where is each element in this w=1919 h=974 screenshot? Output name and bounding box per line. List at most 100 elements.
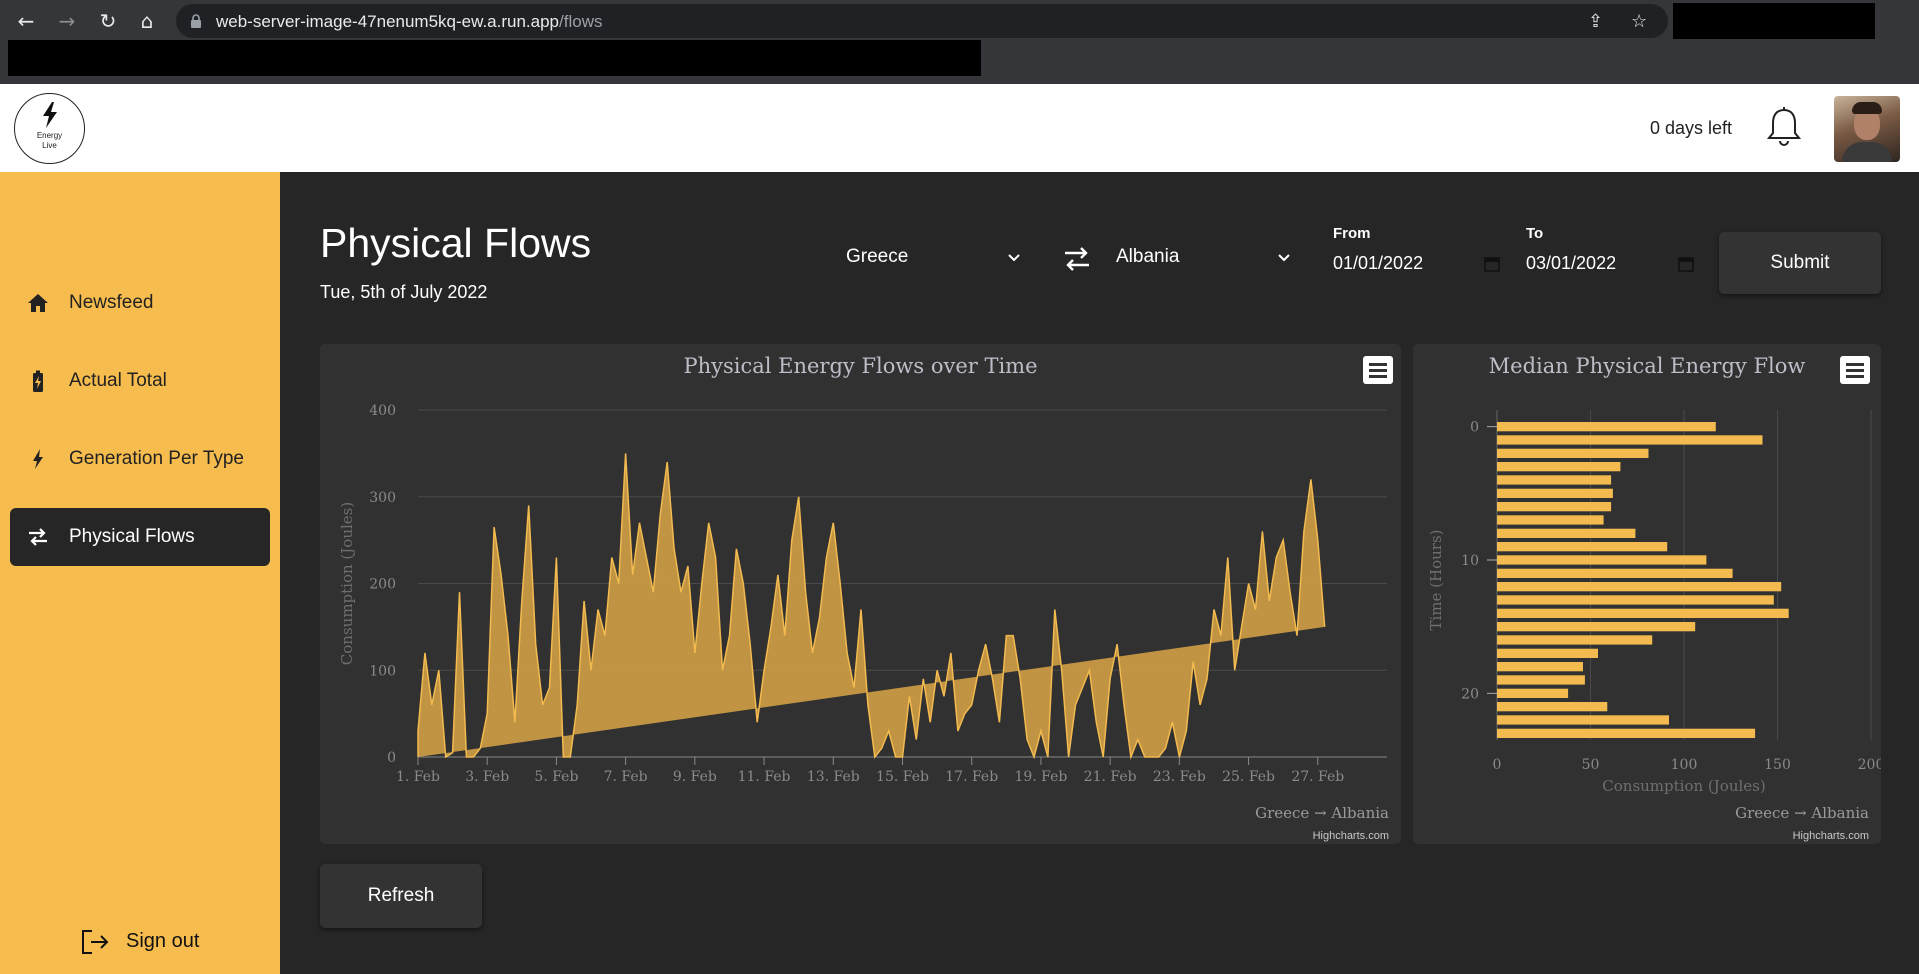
back-icon[interactable]: ← — [14, 9, 38, 33]
reload-icon[interactable]: ↻ — [96, 9, 120, 33]
x-tick-label: 100 — [1671, 757, 1698, 773]
bell-icon[interactable] — [1766, 106, 1802, 146]
from-date-input[interactable]: 01/01/2022 — [1333, 253, 1423, 274]
sidebar-item-newsfeed[interactable]: Newsfeed — [10, 274, 270, 332]
home-browser-icon[interactable]: ⌂ — [135, 9, 159, 33]
y-tick-label: 100 — [369, 663, 396, 679]
sidebar-item-generation-per-type[interactable]: Generation Per Type — [10, 430, 270, 488]
chevron-down-icon — [1008, 254, 1020, 262]
y-tick-label: 0 — [387, 750, 396, 766]
sidebar-item-label: Physical Flows — [69, 526, 195, 547]
bar — [1497, 475, 1612, 485]
x-tick-label: 23. Feb — [1153, 769, 1206, 785]
bar — [1497, 728, 1756, 738]
bar — [1497, 488, 1613, 498]
bar — [1497, 462, 1621, 472]
sidebar-item-label: Newsfeed — [69, 292, 154, 313]
refresh-button[interactable]: Refresh — [320, 864, 482, 928]
battery-icon — [33, 370, 43, 392]
bar — [1497, 582, 1782, 592]
y-axis-label: Time (Hours) — [1427, 529, 1445, 630]
page-title: Physical Flows — [320, 220, 592, 266]
x-axis-label: Consumption (Joules) — [1602, 777, 1765, 795]
star-icon[interactable]: ☆ — [1631, 11, 1647, 32]
y-tick-label: 10 — [1461, 553, 1479, 569]
swap-icon — [29, 528, 47, 546]
x-tick-label: 0 — [1493, 757, 1502, 773]
sidebar-item-label: Actual Total — [69, 370, 167, 391]
calendar-icon[interactable] — [1483, 255, 1501, 273]
logout-icon — [82, 930, 109, 954]
bar — [1497, 702, 1608, 712]
to-country-value: Albania — [1116, 246, 1180, 267]
flows-over-time-chart: Physical Energy Flows over Time 0 100 200 3… — [320, 344, 1401, 844]
to-date-label: To — [1526, 225, 1544, 242]
x-tick-label: 21. Feb — [1084, 769, 1137, 785]
sign-out-button[interactable]: Sign out — [80, 924, 210, 960]
chart-credit[interactable]: Highcharts.com — [1793, 830, 1869, 842]
x-tick-label: 150 — [1764, 757, 1791, 773]
lock-icon — [191, 14, 201, 28]
x-tick-label: 11. Feb — [738, 769, 791, 785]
bar-chart-svg: 0 50 100 150 200 0 10 20 Consumption (Joules) Tim… — [1427, 410, 1881, 795]
bar — [1497, 422, 1716, 432]
bar — [1497, 675, 1585, 685]
bar — [1497, 528, 1636, 538]
y-tick-label: 200 — [369, 577, 396, 593]
energy-live-logo[interactable]: Energy Live — [14, 93, 85, 164]
x-tick-label: 200 — [1858, 757, 1881, 773]
bar — [1497, 502, 1612, 512]
bar — [1497, 555, 1707, 565]
x-tick-label: 3. Feb — [465, 769, 509, 785]
bar — [1497, 648, 1598, 658]
page-date: Tue, 5th of July 2022 — [320, 282, 488, 302]
bar — [1497, 435, 1763, 445]
bar — [1497, 688, 1569, 698]
from-country-value: Greece — [846, 246, 909, 267]
sign-out-label: Sign out — [126, 930, 200, 952]
to-date-input[interactable]: 03/01/2022 — [1526, 253, 1616, 274]
sidebar: Newsfeed Actual Total Generation Per Typ… — [0, 172, 280, 974]
redacted-block — [8, 40, 981, 76]
x-tick-label: 27. Feb — [1291, 769, 1344, 785]
sidebar-item-actual-total[interactable]: Actual Total — [10, 352, 270, 410]
from-country-select[interactable]: Greece — [830, 244, 1030, 274]
avatar[interactable] — [1834, 96, 1900, 162]
chart-source-label: Greece → Albania — [1735, 804, 1869, 822]
to-country-select[interactable]: Albania — [1100, 244, 1300, 274]
x-tick-label: 7. Feb — [604, 769, 648, 785]
days-left-text: 0 days left — [1650, 118, 1733, 138]
x-tick-label: 5. Feb — [534, 769, 578, 785]
bar — [1497, 662, 1583, 672]
x-tick-label: 17. Feb — [945, 769, 998, 785]
bolt-icon — [33, 449, 43, 469]
y-tick-label: 0 — [1470, 420, 1479, 436]
logo-text: Live — [42, 141, 57, 150]
avatar-body — [1842, 142, 1892, 162]
x-tick-label: 50 — [1582, 757, 1600, 773]
swap-direction-icon[interactable] — [1062, 246, 1092, 272]
bar — [1497, 715, 1669, 725]
y-tick-label: 400 — [369, 403, 396, 419]
calendar-icon[interactable] — [1677, 255, 1695, 273]
sidebar-item-physical-flows[interactable]: Physical Flows — [10, 508, 270, 566]
x-tick-label: 1. Feb — [396, 769, 440, 785]
bar — [1497, 608, 1789, 618]
share-icon[interactable]: ⇪ — [1588, 11, 1603, 32]
y-axis-label: Consumption (Joules) — [338, 502, 356, 665]
forward-icon[interactable]: → — [55, 9, 79, 33]
avatar-hair — [1852, 102, 1882, 114]
redacted-block — [1673, 3, 1875, 39]
submit-button[interactable]: Submit — [1719, 232, 1881, 294]
bolt-logo-icon — [43, 102, 57, 128]
sidebar-item-label: Generation Per Type — [69, 448, 244, 469]
x-tick-label: 19. Feb — [1014, 769, 1067, 785]
x-tick-label: 9. Feb — [673, 769, 717, 785]
bar — [1497, 622, 1696, 632]
y-tick-label: 300 — [369, 490, 396, 506]
chevron-down-icon — [1278, 254, 1290, 262]
address-bar[interactable]: web-server-image-47nenum5kq-ew.a.run.app… — [176, 4, 1668, 38]
x-tick-label: 13. Feb — [807, 769, 860, 785]
main-content: Physical Flows Tue, 5th of July 2022 Gre… — [280, 172, 1919, 974]
chart-credit[interactable]: Highcharts.com — [1313, 830, 1389, 842]
